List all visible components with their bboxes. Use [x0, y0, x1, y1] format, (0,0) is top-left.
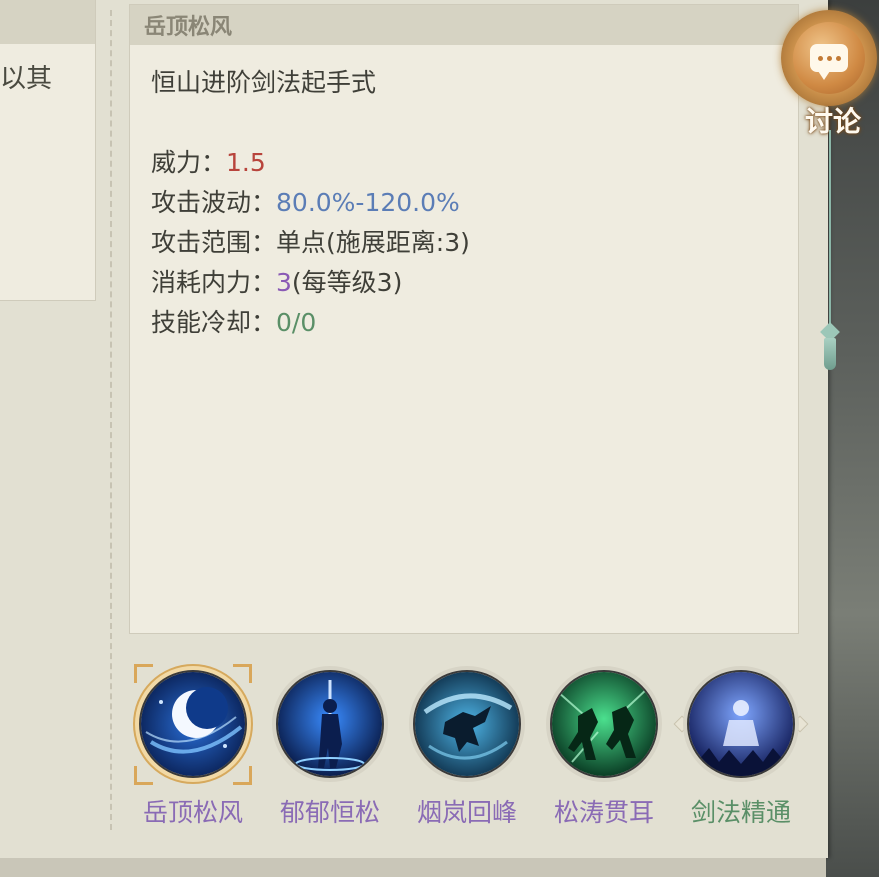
stat-label: 攻击范围：	[151, 228, 277, 257]
discuss-label: 讨论	[805, 105, 862, 138]
selection-corner	[233, 664, 252, 683]
skill-icon-frame	[683, 666, 799, 782]
skill-icon-frame	[546, 666, 662, 782]
crescent-moon-icon	[139, 670, 247, 778]
tassel-cord	[829, 130, 831, 330]
stat-power: 威力：1.5	[151, 143, 470, 183]
stat-label: 技能冷却：	[151, 308, 277, 337]
stat-value: 单点(施展距离:3)	[276, 228, 470, 257]
left-panel-text: 以其	[0, 64, 53, 94]
skill-detail-header: 岳顶松风	[130, 5, 798, 45]
skill-item-jianfa-jingtong[interactable]: 剑法精通	[673, 660, 809, 840]
skill-list: 岳顶松风 郁郁恒松 烟岚回峰 松涛贯耳 剑法精通	[128, 660, 809, 840]
stat-value: 3	[276, 268, 292, 297]
selection-corner	[134, 664, 153, 683]
stat-label: 威力：	[151, 148, 227, 177]
discuss-button-inner	[793, 22, 865, 94]
selection-corner	[233, 766, 252, 785]
skill-icon-frame	[409, 666, 525, 782]
sword-warrior-icon	[276, 670, 384, 778]
meditation-icon	[687, 670, 795, 778]
left-panel-header	[0, 0, 95, 44]
skill-label: 剑法精通	[690, 798, 791, 827]
skill-title: 岳顶松风	[144, 14, 233, 40]
left-description-panel: 以其	[0, 0, 96, 301]
skill-label: 松涛贯耳	[553, 798, 654, 827]
stat-label: 攻击波动：	[151, 188, 277, 217]
tassel-icon	[824, 338, 836, 370]
skill-label: 郁郁恒松	[279, 798, 380, 827]
skill-icon-frame	[272, 666, 388, 782]
skill-stats: 威力：1.5 攻击波动：80.0%-120.0% 攻击范围：单点(施展距离:3)…	[151, 143, 470, 343]
window-bottom-edge	[0, 858, 826, 877]
stat-label: 消耗内力：	[151, 268, 277, 297]
skill-label: 岳顶松风	[142, 798, 243, 827]
stat-value: 1.5	[226, 148, 266, 177]
skill-item-yuyu-hengsong[interactable]: 郁郁恒松	[265, 660, 395, 840]
stat-mana-cost: 消耗内力：3(每等级3)	[151, 263, 470, 303]
discuss-button[interactable]: 讨论	[779, 10, 879, 140]
skill-item-yueding-songfeng[interactable]: 岳顶松风	[128, 660, 258, 840]
skill-detail-panel: 岳顶松风 恒山进阶剑法起手式 威力：1.5 攻击波动：80.0%-120.0% …	[129, 4, 799, 634]
skill-subtitle: 恒山进阶剑法起手式	[151, 68, 377, 97]
skill-item-yanlan-huifeng[interactable]: 烟岚回峰	[402, 660, 532, 840]
green-duel-icon	[550, 670, 658, 778]
stat-damage-variance: 攻击波动：80.0%-120.0%	[151, 183, 470, 223]
skill-item-songtao-guaner[interactable]: 松涛贯耳	[539, 660, 669, 840]
selection-corner	[134, 766, 153, 785]
chat-bubble-icon	[810, 44, 848, 80]
skill-icon-frame	[135, 666, 251, 782]
stat-value: 80.0%-120.0%	[276, 188, 460, 217]
stat-suffix: (每等级3)	[291, 268, 403, 297]
column-divider	[110, 10, 112, 830]
stat-cooldown: 技能冷却：0/0	[151, 303, 470, 343]
stat-value: 0/0	[276, 308, 317, 337]
stat-attack-range: 攻击范围：单点(施展距离:3)	[151, 223, 470, 263]
spinning-strike-icon	[413, 670, 521, 778]
skill-label: 烟岚回峰	[416, 798, 517, 827]
